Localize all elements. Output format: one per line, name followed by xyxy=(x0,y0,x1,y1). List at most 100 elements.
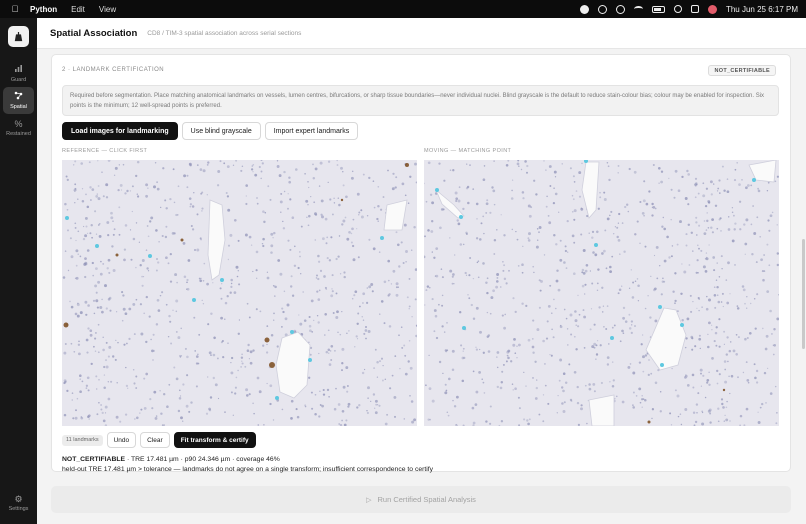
nucleus xyxy=(317,260,321,263)
nucleus xyxy=(403,418,406,420)
apple-icon[interactable]:  xyxy=(10,4,20,14)
nucleus xyxy=(723,420,726,422)
app-logo-icon[interactable] xyxy=(8,26,29,47)
run-analysis-button[interactable]: ▷ Run Certified Spatial Analysis xyxy=(51,486,791,513)
landmark-point[interactable] xyxy=(380,236,384,240)
nucleus xyxy=(702,194,706,198)
landmark-point[interactable] xyxy=(658,305,662,309)
landmark-point[interactable] xyxy=(462,326,466,330)
nucleus xyxy=(500,214,502,216)
nucleus xyxy=(387,259,391,263)
landmark-point[interactable] xyxy=(275,396,279,400)
nucleus xyxy=(628,327,632,330)
landmark-point[interactable] xyxy=(752,178,756,182)
reference-tissue-svg[interactable] xyxy=(62,160,417,426)
menu-edit[interactable]: Edit xyxy=(71,5,85,14)
landmark-point[interactable] xyxy=(594,243,598,247)
landmark-point[interactable] xyxy=(459,215,463,219)
scrollbar-thumb[interactable] xyxy=(802,239,805,349)
nucleus xyxy=(81,380,84,383)
moving-image[interactable] xyxy=(424,160,779,426)
nucleus xyxy=(390,283,393,285)
user-avatar-icon[interactable] xyxy=(707,4,717,14)
rail-item-spatial[interactable]: Spatial xyxy=(3,87,34,114)
nucleus xyxy=(642,199,646,203)
nucleus xyxy=(586,422,588,425)
nucleus xyxy=(766,367,769,370)
nucleus xyxy=(775,422,778,425)
menu-view[interactable]: View xyxy=(99,5,116,14)
nucleus xyxy=(309,329,312,333)
nucleus xyxy=(115,311,118,313)
nucleus xyxy=(588,387,592,391)
app-menu[interactable]: Python xyxy=(30,5,57,14)
nucleus xyxy=(718,345,721,348)
landmark-point[interactable] xyxy=(610,336,614,340)
nucleus xyxy=(706,212,708,214)
clear-button[interactable]: Clear xyxy=(140,432,170,448)
nucleus xyxy=(196,213,199,216)
landmark-point[interactable] xyxy=(308,358,312,362)
landmark-point[interactable] xyxy=(435,188,439,192)
brightness-icon[interactable] xyxy=(579,4,589,14)
nucleus xyxy=(456,219,459,222)
battery-icon[interactable] xyxy=(651,5,665,13)
landmark-point[interactable] xyxy=(95,244,99,248)
nucleus xyxy=(495,280,499,283)
control-center-icon[interactable] xyxy=(690,5,699,13)
nucleus xyxy=(621,400,625,404)
nucleus xyxy=(156,181,158,184)
nucleus xyxy=(153,185,156,189)
reference-image[interactable] xyxy=(62,160,417,426)
menubar-clock[interactable]: Thu Jun 25 6:17 PM xyxy=(726,5,798,14)
nucleus xyxy=(496,273,500,276)
load-images-button[interactable]: Load images for landmarking xyxy=(62,122,178,140)
wifi-icon[interactable] xyxy=(633,6,643,12)
nucleus xyxy=(511,228,514,231)
nucleus xyxy=(287,207,289,210)
moving-tissue-svg[interactable] xyxy=(424,160,779,426)
blind-grayscale-button[interactable]: Use blind grayscale xyxy=(181,122,261,140)
nucleus xyxy=(150,216,154,220)
nucleus xyxy=(759,235,762,238)
nucleus xyxy=(89,199,92,201)
dab-stain xyxy=(269,362,275,368)
nucleus xyxy=(102,336,104,339)
nucleus xyxy=(404,354,407,357)
record-icon[interactable] xyxy=(615,4,625,14)
nucleus xyxy=(216,184,220,187)
import-landmarks-button[interactable]: Import expert landmarks xyxy=(264,122,359,140)
nucleus xyxy=(127,387,129,389)
nucleus xyxy=(162,167,165,170)
rail-item-guard[interactable]: Guard xyxy=(3,60,34,87)
nucleus xyxy=(128,337,131,341)
landmark-point[interactable] xyxy=(65,216,69,220)
search-icon[interactable] xyxy=(673,5,682,13)
scrollbar[interactable] xyxy=(800,49,806,524)
nucleus xyxy=(776,224,778,226)
nucleus xyxy=(668,177,670,180)
fit-transform-button[interactable]: Fit transform & certify xyxy=(173,432,256,448)
nucleus xyxy=(769,214,773,218)
landmark-point[interactable] xyxy=(680,323,684,327)
landmark-point[interactable] xyxy=(660,363,664,367)
nucleus xyxy=(210,312,213,316)
nucleus xyxy=(655,245,659,249)
nucleus xyxy=(78,340,80,343)
nucleus xyxy=(327,348,331,352)
landmark-point[interactable] xyxy=(290,330,294,334)
rail-item-restained[interactable]: % Restained xyxy=(3,115,34,142)
landmark-point[interactable] xyxy=(148,254,152,258)
landmark-point[interactable] xyxy=(192,298,196,302)
nucleus xyxy=(241,360,243,362)
sync-icon[interactable] xyxy=(597,4,607,14)
nucleus xyxy=(431,251,433,253)
nucleus xyxy=(377,205,380,208)
nucleus xyxy=(516,345,518,347)
landmark-point[interactable] xyxy=(220,278,224,282)
undo-button[interactable]: Undo xyxy=(106,432,137,448)
nucleus xyxy=(633,170,637,174)
rail-item-settings[interactable]: ⚙ Settings xyxy=(3,490,34,517)
nucleus xyxy=(549,185,552,187)
nucleus xyxy=(757,187,760,190)
